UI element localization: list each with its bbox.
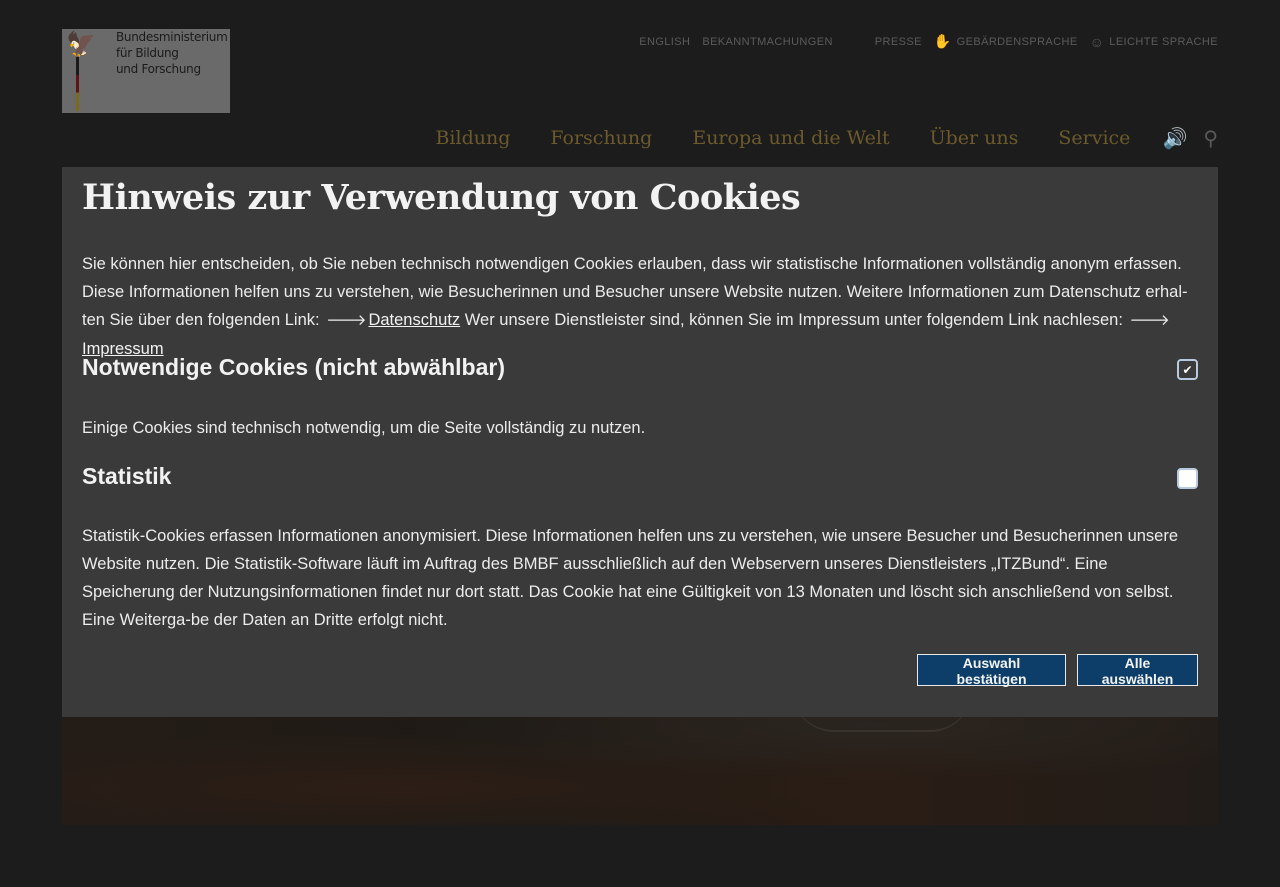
necessary-cookies-heading: Notwendige Cookies (nicht abwählbar)	[82, 354, 505, 380]
meta-link-english[interactable]: ENGLISH	[639, 36, 690, 48]
statistics-cookies-heading: Statistik	[82, 463, 172, 489]
necessary-cookies-description: Einige Cookies sind technisch notwendig,…	[82, 419, 646, 437]
meta-link-easy-language[interactable]: LEICHTE SPRACHE	[1109, 36, 1218, 48]
meta-link-sign-language[interactable]: GEBÄRDENSPRACHE	[957, 36, 1078, 48]
nav-item-europa[interactable]: Europa und die Welt	[692, 127, 889, 149]
arrow-right-icon: 🡒	[1129, 312, 1170, 329]
cookie-actions: Auswahl bestätigen Alle auswählen	[917, 654, 1198, 687]
flag-stripe	[76, 57, 79, 111]
meta-link-announcements[interactable]: BEKANNTMACHUNGEN	[702, 36, 832, 48]
federal-eagle-icon: 🦅	[66, 31, 96, 58]
checkmark-icon: ✔	[1182, 362, 1193, 377]
cookie-intro: Sie können hier entscheiden, ob Sie nebe…	[82, 250, 1198, 363]
main-navigation: Bildung Forschung Europa und die Welt Üb…	[435, 126, 1218, 150]
cookie-dialog: Hinweis zur Verwendung von Cookies Sie k…	[62, 167, 1218, 717]
sign-language-icon: ✋	[933, 33, 952, 49]
statistics-cookies-description: Statistik-Cookies erfassen Informationen…	[82, 527, 1179, 629]
easy-language-icon: ☺	[1089, 33, 1105, 50]
speaker-icon[interactable]: 🔊	[1162, 126, 1187, 150]
nav-tools: 🔊 ⚲	[1162, 126, 1218, 150]
privacy-link[interactable]: Datenschutz	[368, 311, 460, 329]
logo-text: Bundesministerium für Bildung und Forsch…	[116, 30, 228, 76]
cookie-dialog-content: Hinweis zur Verwendung von Cookies Sie k…	[82, 167, 1198, 717]
cookie-dialog-title: Hinweis zur Verwendung von Cookies	[82, 177, 801, 218]
meta-link-press[interactable]: PRESSE	[875, 36, 922, 48]
nav-item-ueber-uns[interactable]: Über uns	[930, 127, 1019, 149]
select-all-button[interactable]: Alle auswählen	[1077, 654, 1198, 687]
nav-item-bildung[interactable]: Bildung	[435, 127, 510, 149]
nav-item-forschung[interactable]: Forschung	[550, 127, 652, 149]
nav-item-service[interactable]: Service	[1058, 127, 1130, 149]
hero-image	[62, 700, 1218, 825]
statistics-cookies-checkbox[interactable]	[1177, 468, 1198, 489]
imprint-text: Wer unsere Dienstleister sind, können Si…	[464, 311, 1123, 329]
search-icon[interactable]: ⚲	[1203, 126, 1218, 150]
necessary-cookies-checkbox[interactable]: ✔	[1177, 359, 1198, 380]
ministry-logo[interactable]: 🦅 Bundesministerium für Bildung und Fors…	[62, 29, 230, 113]
arrow-right-icon: 🡒	[326, 312, 367, 329]
confirm-selection-button[interactable]: Auswahl bestätigen	[917, 654, 1066, 687]
meta-navigation: ENGLISH BEKANNTMACHUNGEN PRESSE ✋ GEBÄRD…	[639, 33, 1218, 50]
